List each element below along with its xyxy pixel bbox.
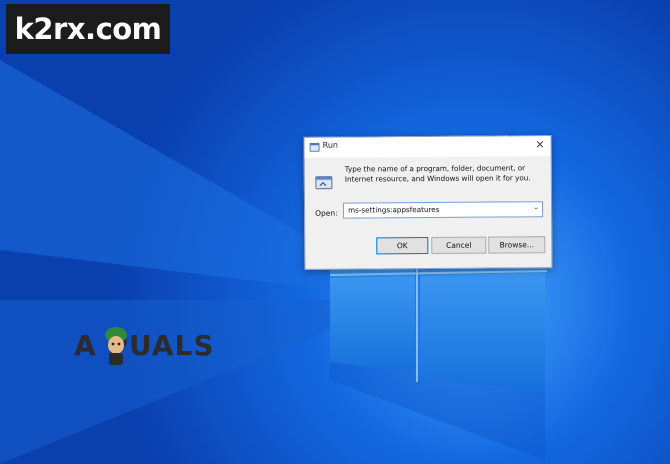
brand-logo-text: A PUALS <box>74 329 215 362</box>
brand-logo: A PUALS <box>74 324 244 368</box>
run-app-icon <box>309 142 320 152</box>
mascot-icon <box>105 327 127 365</box>
close-icon[interactable]: ✕ <box>535 138 544 152</box>
site-watermark: k2rx.com <box>6 4 170 54</box>
browse-button[interactable]: Browse... <box>488 236 546 254</box>
title-bar[interactable]: Run ✕ <box>304 136 551 158</box>
chevron-down-icon[interactable]: ⌄ <box>533 203 539 211</box>
run-icon <box>315 176 333 190</box>
open-input-value[interactable]: ms-settings:appsfeatures <box>348 205 439 215</box>
instruction-text: Type the name of a program, folder, docu… <box>344 163 531 184</box>
dialog-title: Run <box>322 140 338 150</box>
run-dialog: Run ✕ Type the name of a program, folder… <box>303 135 553 270</box>
cancel-button[interactable]: Cancel <box>431 236 487 254</box>
button-row: OK Cancel Browse... <box>305 236 551 258</box>
open-label: Open: <box>315 208 338 218</box>
ok-button[interactable]: OK <box>376 236 429 255</box>
open-combobox[interactable]: ms-settings:appsfeatures ⌄ <box>342 201 544 219</box>
